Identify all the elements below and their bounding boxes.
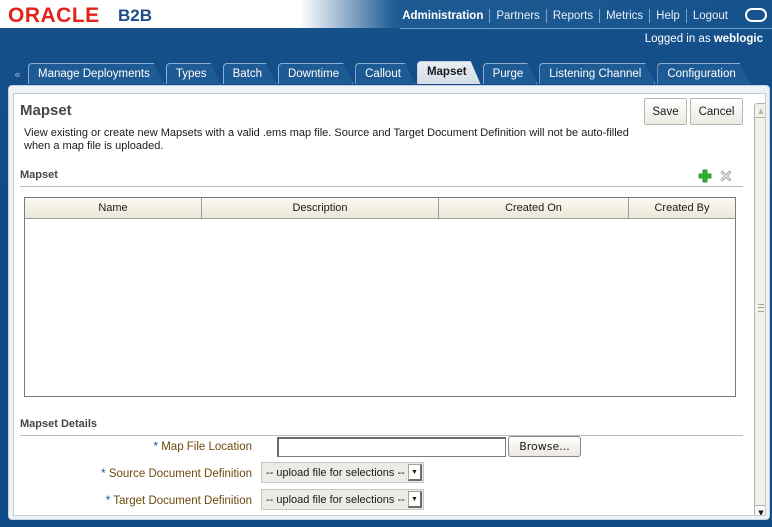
- mapset-table: Name Description Created On Created By: [24, 197, 736, 397]
- table-header: Name Description Created On Created By: [25, 198, 735, 219]
- column-header-created-on[interactable]: Created On: [439, 198, 629, 218]
- scroll-grip-icon[interactable]: [758, 304, 764, 312]
- tab-configuration[interactable]: Configuration: [657, 63, 749, 84]
- column-header-description[interactable]: Description: [202, 198, 439, 218]
- tab-batch[interactable]: Batch: [223, 63, 276, 84]
- page-title: Mapset: [20, 102, 72, 119]
- browse-button[interactable]: Browse...: [508, 436, 581, 457]
- tab-purge[interactable]: Purge: [483, 63, 538, 84]
- tab-types[interactable]: Types: [166, 63, 221, 84]
- target-doc-def-select[interactable]: -- upload file for selections -- ▼: [261, 489, 424, 510]
- target-doc-def-label: * Target Document Definition: [106, 495, 252, 507]
- scroll-down-icon[interactable]: ▼: [755, 505, 765, 515]
- nav-administration[interactable]: Administration: [396, 10, 489, 22]
- tab-scroll-left-icon[interactable]: «: [14, 66, 28, 84]
- oracle-logo: ORACLE: [8, 4, 100, 27]
- target-doc-def-label-wrap: * Target Document Definition: [14, 495, 252, 513]
- header-divider: [400, 28, 772, 29]
- content-panel: Mapset View existing or create new Mapse…: [8, 85, 770, 520]
- page-description: View existing or create new Mapsets with…: [24, 127, 629, 152]
- save-button[interactable]: Save: [644, 98, 687, 125]
- vertical-scrollbar[interactable]: ▲ ▼: [754, 103, 765, 515]
- map-file-location-label-wrap: * Map File Location: [14, 441, 252, 459]
- tab-callout[interactable]: Callout: [355, 63, 415, 84]
- logged-in-status: Logged in as weblogic: [645, 33, 763, 45]
- required-marker: *: [101, 468, 106, 480]
- source-doc-def-label: * Source Document Definition: [101, 468, 252, 480]
- nav-logout[interactable]: Logout: [687, 10, 734, 22]
- nav-help[interactable]: Help: [650, 10, 686, 22]
- source-doc-def-label-wrap: * Source Document Definition: [14, 468, 252, 486]
- logged-in-user: weblogic: [713, 33, 763, 45]
- required-marker: *: [105, 495, 111, 507]
- logged-in-prefix: Logged in as: [644, 33, 711, 45]
- global-nav: Administration Partners Reports Metrics …: [396, 9, 734, 23]
- add-icon[interactable]: [698, 169, 712, 183]
- column-header-created-by[interactable]: Created By: [629, 198, 735, 218]
- tab-listening-channel[interactable]: Listening Channel: [539, 63, 655, 84]
- tab-downtime[interactable]: Downtime: [278, 63, 353, 84]
- mapset-section-header: Mapset: [20, 169, 743, 187]
- source-doc-def-select[interactable]: -- upload file for selections -- ▼: [261, 462, 424, 483]
- content-area: Mapset View existing or create new Mapse…: [13, 93, 766, 516]
- tab-manage-deployments[interactable]: Manage Deployments: [28, 63, 164, 84]
- required-marker: *: [153, 441, 159, 453]
- nav-reports[interactable]: Reports: [547, 10, 599, 22]
- chevron-down-icon[interactable]: ▼: [408, 464, 422, 481]
- product-name: B2B: [118, 6, 153, 25]
- map-file-location-label: * Map File Location: [154, 441, 252, 453]
- tab-bar: « Manage Deployments Types Batch Downtim…: [14, 63, 752, 84]
- nav-metrics[interactable]: Metrics: [600, 10, 649, 22]
- source-doc-def-value: -- upload file for selections --: [266, 466, 405, 479]
- scroll-up-icon[interactable]: ▲: [755, 104, 765, 118]
- oracle-o-icon: [745, 8, 767, 22]
- target-doc-def-text: Target Document Definition: [113, 495, 252, 507]
- target-doc-def-value: -- upload file for selections --: [266, 493, 405, 506]
- column-header-name[interactable]: Name: [25, 198, 202, 218]
- mapset-details-section-header: Mapset Details: [20, 418, 743, 436]
- map-file-location-text: Map File Location: [161, 441, 252, 453]
- cancel-button[interactable]: Cancel: [690, 98, 743, 125]
- chevron-down-icon[interactable]: ▼: [408, 491, 422, 508]
- map-file-location-input[interactable]: [277, 437, 506, 457]
- source-doc-def-text: Source Document Definition: [108, 468, 252, 480]
- tab-mapset[interactable]: Mapset: [417, 61, 481, 84]
- delete-icon[interactable]: [719, 169, 733, 183]
- nav-partners[interactable]: Partners: [490, 10, 545, 22]
